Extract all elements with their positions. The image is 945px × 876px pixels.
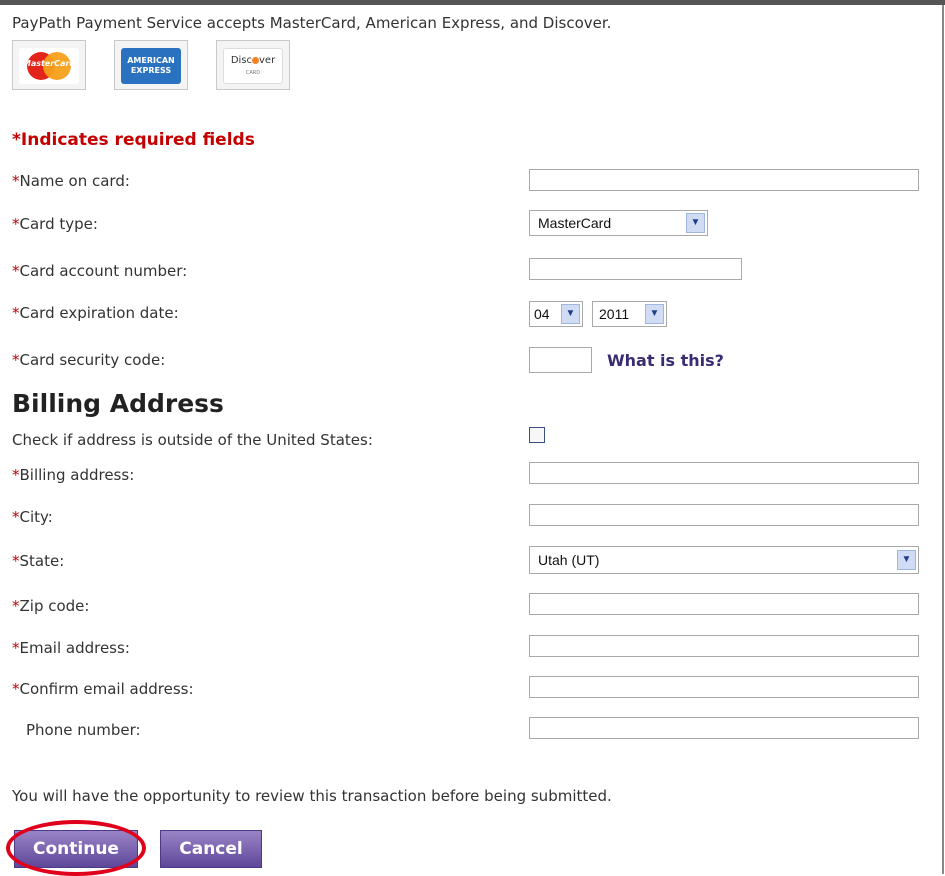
continue-button[interactable]: Continue: [14, 830, 138, 868]
review-note: You will have the opportunity to review …: [12, 787, 612, 805]
outside-us-label: Check if address is outside of the Unite…: [12, 431, 373, 449]
card-type-label: *Card type:: [12, 215, 98, 233]
name-on-card-label: *Name on card:: [12, 172, 130, 190]
expiration-month-select[interactable]: 04 ▼: [529, 301, 583, 327]
phone-number-input[interactable]: [529, 717, 919, 739]
outside-us-checkbox[interactable]: [529, 427, 545, 443]
american-express-logo: AMERICAN EXPRESS: [114, 40, 188, 90]
billing-address-label: *Billing address:: [12, 466, 135, 484]
city-label: *City:: [12, 508, 53, 526]
accepted-cards-text: PayPath Payment Service accepts MasterCa…: [12, 14, 612, 32]
state-select[interactable]: Utah (UT) ▼: [529, 546, 919, 574]
email-address-label: *Email address:: [12, 639, 130, 657]
discover-logo: Disc ver CARD: [216, 40, 290, 90]
confirm-email-input[interactable]: [529, 676, 919, 698]
city-input[interactable]: [529, 504, 919, 526]
card-expiration-label: *Card expiration date:: [12, 304, 179, 322]
card-account-number-input[interactable]: [529, 258, 742, 280]
chevron-down-icon[interactable]: ▼: [897, 550, 916, 570]
what-is-this-link[interactable]: What is this?: [607, 351, 724, 370]
name-on-card-input[interactable]: [529, 169, 919, 191]
required-fields-note: *Indicates required fields: [12, 130, 255, 150]
phone-number-label: Phone number:: [26, 721, 141, 739]
chevron-down-icon[interactable]: ▼: [561, 304, 580, 324]
confirm-email-label: *Confirm email address:: [12, 680, 194, 698]
zip-code-input[interactable]: [529, 593, 919, 615]
chevron-down-icon[interactable]: ▼: [686, 213, 705, 233]
chevron-down-icon[interactable]: ▼: [645, 304, 664, 324]
billing-address-heading: Billing Address: [12, 389, 224, 418]
state-label: *State:: [12, 552, 65, 570]
mastercard-logo: MasterCard: [12, 40, 86, 90]
email-address-input[interactable]: [529, 635, 919, 657]
cancel-button[interactable]: Cancel: [160, 830, 262, 868]
card-account-number-label: *Card account number:: [12, 262, 188, 280]
expiration-year-select[interactable]: 2011 ▼: [592, 301, 667, 327]
security-code-input[interactable]: [529, 347, 592, 373]
card-type-select[interactable]: MasterCard ▼: [529, 210, 708, 236]
billing-address-input[interactable]: [529, 462, 919, 484]
card-security-code-label: *Card security code:: [12, 351, 166, 369]
zip-code-label: *Zip code:: [12, 597, 90, 615]
